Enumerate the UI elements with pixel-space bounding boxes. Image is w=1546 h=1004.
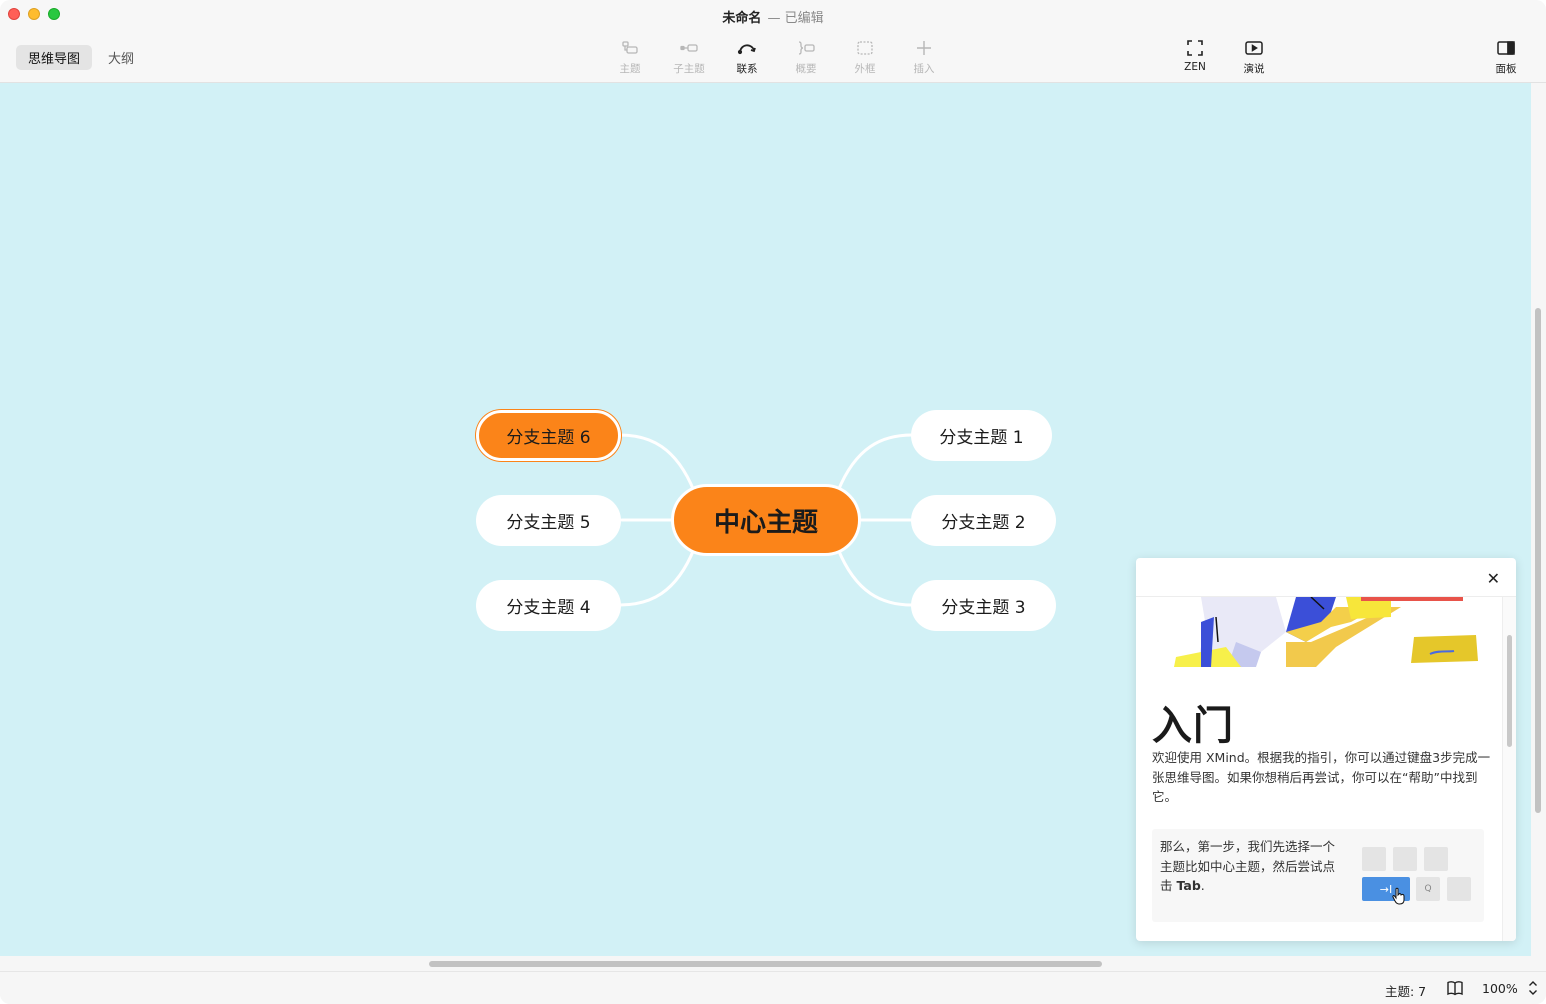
subtopic-label: 子主题: [673, 63, 705, 75]
connector-1: [836, 433, 914, 493]
plus-icon: [917, 41, 931, 55]
close-icon[interactable]: ✕: [1487, 569, 1500, 588]
title-toolbar: 未命名 — 已编辑 思维导图 大纲 主题 子主题 联系 概要 外框 插入 ZEN…: [0, 0, 1546, 83]
step-instruction: 那么，第一步，我们先选择一个主题比如中心主题，然后尝试点击 Tab.: [1160, 837, 1340, 896]
horizontal-scrollbar[interactable]: [0, 956, 1531, 971]
topic-count: 主题: 7: [1385, 984, 1427, 999]
relationship-button[interactable]: 联系: [721, 38, 773, 76]
vertical-scroll-thumb[interactable]: [1535, 308, 1541, 813]
connector-6: [618, 433, 696, 493]
summary-icon: [798, 41, 815, 55]
subtopic-icon: [680, 44, 698, 52]
getting-started-illustration: [1174, 597, 1478, 667]
keyboard-key: [1362, 847, 1386, 871]
status-bar: 主题: 7 100%: [0, 971, 1546, 1004]
central-topic[interactable]: 中心主题: [671, 484, 861, 556]
app-window: 未命名 — 已编辑 思维导图 大纲 主题 子主题 联系 概要 外框 插入 ZEN…: [0, 0, 1546, 1004]
tab-key-glyph: →I: [1379, 882, 1393, 896]
zen-button[interactable]: ZEN: [1169, 38, 1221, 73]
present-button[interactable]: 演说: [1228, 38, 1280, 76]
getting-started-panel: ✕ 入门 欢迎使用 XMind。根据我的指引，你可以通过键盘3步完成一张思维导图…: [1136, 558, 1516, 941]
q-key: Q: [1416, 877, 1440, 901]
topic-icon: [622, 41, 638, 54]
panel-label: 面板: [1495, 63, 1517, 75]
document-state: — 已编辑: [767, 11, 824, 26]
zoom-stepper-icon[interactable]: [1527, 979, 1539, 997]
panel-heading: 入门: [1152, 703, 1234, 749]
topic-label: 主题: [619, 63, 641, 75]
keyboard-key: [1424, 847, 1448, 871]
pointer-hand-icon: [1392, 887, 1405, 905]
panel-scroll-thumb[interactable]: [1507, 635, 1512, 747]
tab-mindmap[interactable]: 思维导图: [16, 45, 93, 70]
branch-topic-4[interactable]: 分支主题 4: [476, 580, 621, 631]
summary-label: 概要: [795, 63, 817, 75]
zen-label: ZEN: [1184, 61, 1206, 73]
boundary-icon: [857, 41, 873, 55]
summary-button[interactable]: 概要: [780, 38, 832, 76]
subtopic-button[interactable]: 子主题: [663, 38, 715, 76]
topic-button[interactable]: 主题: [604, 38, 656, 76]
relationship-label: 联系: [736, 63, 758, 75]
relationship-icon: [737, 44, 756, 55]
view-switcher: 思维导图 大纲: [16, 45, 146, 70]
step-card: 那么，第一步，我们先选择一个主题比如中心主题，然后尝试点击 Tab. →I Q: [1152, 829, 1484, 922]
document-name: 未命名: [722, 11, 762, 26]
boundary-button[interactable]: 外框: [839, 38, 891, 76]
connector-4: [618, 547, 696, 607]
q-key-glyph: Q: [1424, 884, 1432, 894]
keyboard-key: [1393, 847, 1417, 871]
branch-topic-6[interactable]: 分支主题 6: [476, 410, 621, 461]
fullscreen-icon: [1187, 40, 1203, 56]
zoom-level[interactable]: 100%: [1482, 981, 1518, 996]
window-title: 未命名 — 已编辑: [0, 7, 1546, 26]
step-key-name: Tab: [1176, 878, 1201, 893]
panel-scrollbar[interactable]: [1502, 597, 1516, 941]
keyboard-key: [1447, 877, 1471, 901]
sidebar-icon: [1497, 41, 1515, 55]
connector-3: [836, 547, 914, 607]
horizontal-scroll-thumb[interactable]: [429, 961, 1102, 967]
play-icon: [1245, 41, 1263, 55]
panel-button[interactable]: 面板: [1480, 38, 1532, 76]
branch-topic-2[interactable]: 分支主题 2: [911, 495, 1056, 546]
branch-topic-1[interactable]: 分支主题 1: [911, 410, 1052, 461]
insert-button[interactable]: 插入: [898, 38, 950, 76]
step-end: .: [1200, 878, 1205, 893]
present-label: 演说: [1243, 63, 1265, 75]
vertical-scrollbar[interactable]: [1531, 83, 1546, 956]
insert-label: 插入: [913, 63, 935, 75]
boundary-label: 外框: [854, 63, 876, 75]
tab-outline[interactable]: 大纲: [96, 45, 146, 70]
book-icon[interactable]: [1446, 980, 1464, 996]
branch-topic-3[interactable]: 分支主题 3: [911, 580, 1056, 631]
panel-intro-text: 欢迎使用 XMind。根据我的指引，你可以通过键盘3步完成一张思维导图。如果你想…: [1152, 750, 1491, 804]
branch-topic-5[interactable]: 分支主题 5: [476, 495, 621, 546]
